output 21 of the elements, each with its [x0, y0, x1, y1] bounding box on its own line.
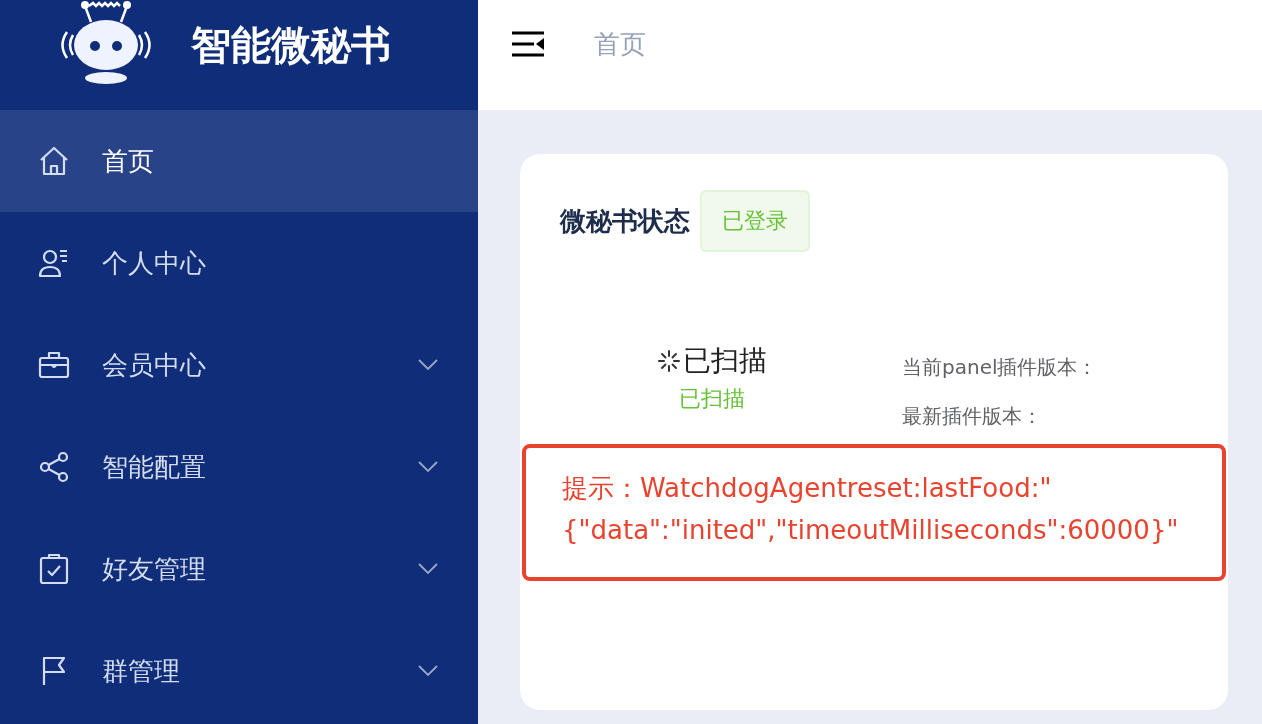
scan-status: 已扫描 — [683, 343, 767, 379]
loading-icon — [657, 349, 681, 373]
sidebar-item[interactable]: 首页 — [0, 110, 478, 212]
clipboard-check-icon — [38, 553, 70, 585]
version-label: 当前panel插件版本： — [902, 354, 1098, 381]
sidebar-item[interactable]: 会员中心 — [0, 314, 478, 416]
home-icon — [38, 145, 70, 177]
user-icon — [38, 247, 70, 279]
sidebar-item[interactable]: 智能配置 — [0, 416, 478, 518]
sidebar-item[interactable]: 好友管理 — [0, 518, 478, 620]
alert-message: 提示：WatchdogAgentreset:lastFood:"{"data":"inited","timeoutMilliseconds":60000}" — [562, 473, 1179, 545]
briefcase-icon — [38, 349, 70, 381]
app-title: 智能微秘书 — [191, 20, 391, 70]
sidebar-item[interactable]: 个人中心 — [0, 212, 478, 314]
card-title: 微秘书状态 — [560, 204, 690, 238]
share-icon — [38, 451, 70, 483]
menu-collapse-icon[interactable] — [512, 31, 544, 57]
status-tag: 已登录 — [700, 190, 810, 252]
scan-caption: 已扫描 — [679, 385, 745, 413]
version-label: 最新插件版本： — [902, 403, 1043, 430]
sidebar-item[interactable]: 群管理 — [0, 620, 478, 722]
